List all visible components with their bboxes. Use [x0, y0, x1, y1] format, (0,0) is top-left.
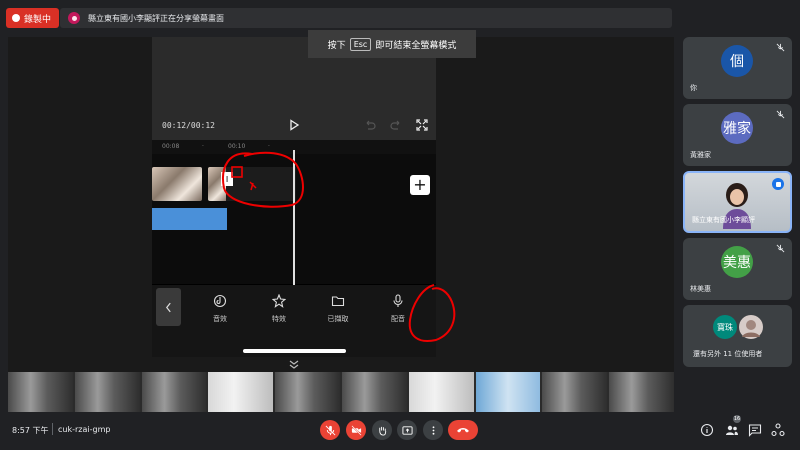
phone-hangup-icon [457, 428, 469, 433]
chevron-left-icon [165, 302, 171, 312]
ruler-tick-label: 00:08 [162, 143, 180, 150]
divider [52, 423, 53, 435]
undo-icon[interactable] [364, 119, 376, 131]
audio-track-clip[interactable] [152, 208, 227, 230]
filmstrip-frame [609, 372, 674, 412]
meeting-code: cuk-rzai-gmp [58, 425, 111, 434]
recording-label: 錄製中 [24, 14, 52, 25]
folder-icon [331, 296, 345, 307]
ruler-tick-label: 00:10 [228, 143, 246, 150]
participant-tile-others[interactable]: 寶珠 還有另外 11 位使用者 [683, 305, 792, 367]
meet-window: 錄製中 縣立東有國小李顯評正在分享螢幕畫面 按下 Esc 即可結束全螢幕模式 0… [0, 0, 800, 450]
participant-name: 林美惠 [690, 285, 711, 293]
mic-off-icon [776, 110, 785, 119]
recording-badge[interactable]: 錄製中 [6, 8, 60, 28]
ruler-tick-label: · [268, 143, 270, 150]
more-vert-icon [432, 425, 434, 435]
presenter-banner-text: 縣立東有國小李顯評正在分享螢幕畫面 [88, 13, 224, 23]
esc-key: Esc [349, 37, 372, 51]
tool-sound-effects[interactable]: 音效 [200, 294, 240, 324]
tool-label: 配音 [391, 315, 405, 323]
fullscreen-icon[interactable] [416, 119, 428, 131]
filmstrip-frame [8, 372, 73, 412]
esc-hint-prefix: 按下 [327, 40, 346, 51]
raise-hand-button[interactable] [372, 420, 392, 440]
participant-count-badge: 16 [733, 415, 741, 423]
mic-toggle-button[interactable] [320, 420, 340, 440]
activities-icon[interactable] [771, 423, 785, 437]
tool-label: 已擷取 [327, 315, 349, 323]
leave-call-button[interactable] [448, 420, 478, 440]
filmstrip-frame [475, 372, 541, 412]
filmstrip-frame [341, 372, 407, 412]
avatar: 美惠 [721, 246, 753, 278]
filmstrip-frame [408, 372, 474, 412]
fullscreen-exit-hint: 按下 Esc 即可結束全螢幕模式 [308, 30, 476, 58]
present-screen-icon [401, 425, 413, 435]
more-options-button[interactable] [423, 420, 443, 440]
mic-off-icon [325, 425, 335, 435]
toolbar-back-button[interactable] [156, 288, 181, 326]
mic-off-icon [776, 43, 785, 52]
participant-name: 縣立東有國小李顯評 [692, 216, 755, 224]
filmstrip-thumbnails [8, 372, 674, 412]
speaking-indicator-icon [772, 178, 784, 190]
participant-tile-active-speaker[interactable]: 縣立東有國小李顯評 [683, 171, 792, 233]
recording-dot-icon [12, 14, 20, 22]
others-count-label: 還有另外 11 位使用者 [693, 350, 763, 358]
transition-button[interactable]: I [221, 172, 233, 186]
present-screen-button[interactable] [397, 420, 417, 440]
mic-off-icon [776, 244, 785, 253]
participant-name: 你 [690, 84, 697, 92]
ruler-tick-label: · [202, 143, 204, 150]
avatar: 寶珠 [713, 315, 737, 339]
esc-hint-suffix: 即可結束全螢幕模式 [375, 40, 457, 51]
video-clip-empty[interactable] [226, 167, 296, 201]
avatar: 雅家 [721, 112, 753, 144]
presenter-banner[interactable]: 縣立東有國小李顯評正在分享螢幕畫面 [60, 8, 672, 28]
add-clip-button[interactable]: + [410, 175, 430, 195]
filmstrip-frame [74, 372, 140, 412]
play-icon[interactable] [288, 119, 300, 131]
camera-toggle-button[interactable] [346, 420, 366, 440]
chat-icon[interactable] [748, 423, 762, 437]
meeting-clock: 8:57 下午 [12, 426, 49, 435]
participant-tile[interactable]: 雅家 黃雅家 [683, 104, 792, 166]
home-indicator [243, 349, 346, 353]
chevron-double-down-icon[interactable] [286, 359, 302, 371]
filmstrip-frame [542, 372, 608, 412]
tool-label: 特效 [272, 315, 286, 323]
participant-tile[interactable]: 美惠 林美惠 [683, 238, 792, 300]
participant-name: 黃雅家 [690, 151, 711, 159]
hand-icon [378, 426, 386, 436]
participant-tile[interactable]: 個 你 [683, 37, 792, 99]
playhead[interactable] [293, 150, 295, 285]
microphone-icon [393, 294, 403, 307]
filmstrip-frame [141, 372, 207, 412]
people-icon[interactable] [725, 423, 739, 437]
sparkle-star-icon [272, 294, 286, 308]
avatar: 個 [721, 45, 753, 77]
tool-captured[interactable]: 已擷取 [318, 294, 358, 324]
avatar-photo [739, 315, 763, 339]
redo-icon[interactable] [390, 119, 402, 131]
presenter-avatar [68, 12, 80, 24]
tool-voiceover[interactable]: 配音 [378, 294, 418, 324]
tool-label: 音效 [213, 315, 227, 323]
video-clip-1[interactable] [152, 167, 202, 201]
tool-effects[interactable]: 特效 [259, 294, 299, 324]
filmstrip-frame [275, 372, 340, 412]
playback-time: 00:12/00:12 [162, 121, 215, 130]
info-icon[interactable] [700, 423, 714, 437]
camera-off-icon [350, 424, 362, 436]
music-note-icon [213, 294, 227, 308]
filmstrip-frame [208, 372, 274, 412]
